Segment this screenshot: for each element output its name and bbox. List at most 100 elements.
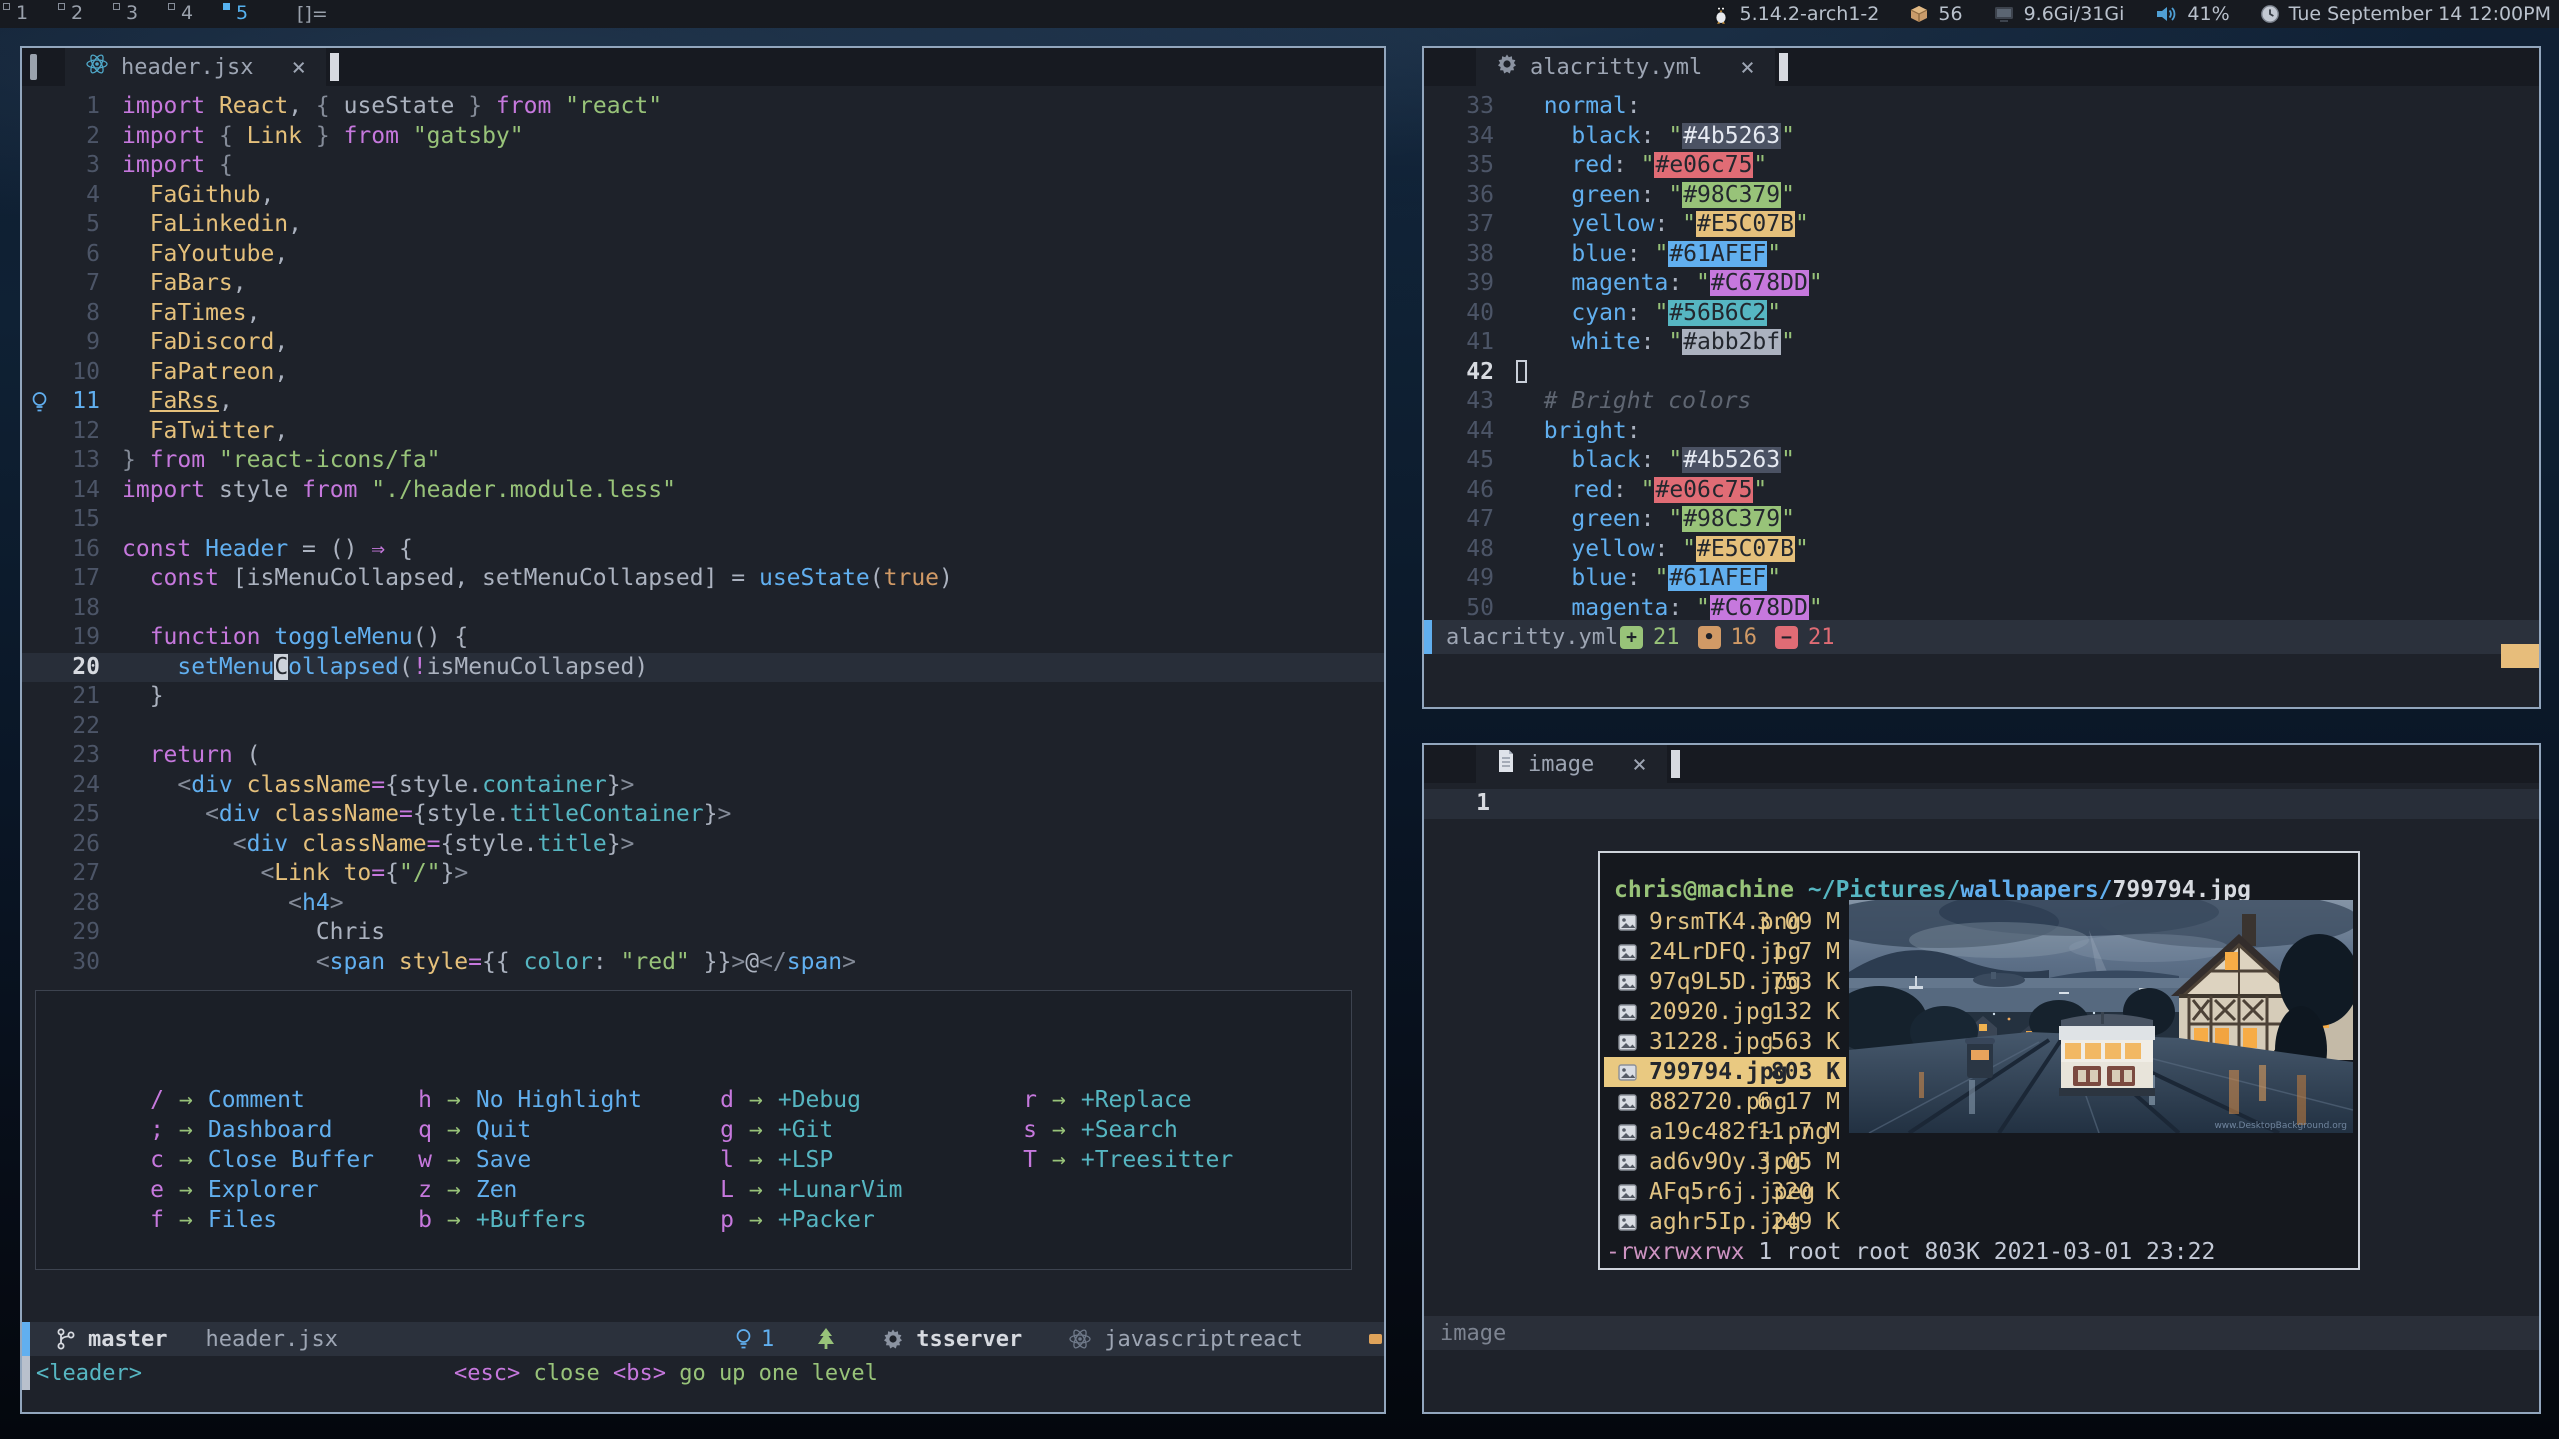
arrow-icon: → [749, 1177, 763, 1203]
ranger-file-row[interactable]: 799794.jpg803 K [1604, 1057, 1846, 1087]
whichkey-item-no-highlight[interactable]: h→No Highlight [404, 1085, 642, 1115]
code-line: 40cyan: "#56B6C2" [1424, 299, 2539, 329]
top-status-bar: 12345 []= 5.14.2-arch1-2569.6Gi/31Gi41%T… [0, 0, 2559, 28]
statusline-alacritty: alacritty.yml + 21 • 16 − 21 [1424, 620, 2539, 654]
line-number: 34 [1446, 122, 1494, 152]
whichkey-item--git[interactable]: g→+Git [706, 1115, 902, 1145]
workspace-button-1[interactable]: 1 [0, 0, 55, 28]
line-number: 15 [56, 505, 100, 535]
status-item: 41% [2154, 3, 2229, 25]
statusline-filename: header.jsx [205, 1327, 337, 1352]
code-line: 33normal: [1424, 92, 2539, 122]
workspace-indicator [3, 3, 10, 10]
whichkey-item-comment[interactable]: /→Comment [136, 1085, 374, 1115]
line-number: 22 [56, 712, 100, 742]
whichkey-item-zen[interactable]: z→Zen [404, 1175, 642, 1205]
hint-bs-key: <bs> [613, 1361, 666, 1386]
line-number: 11 [56, 387, 100, 417]
whichkey-item--treesitter[interactable]: T→+Treesitter [1009, 1145, 1233, 1175]
code-line: 23return ( [22, 741, 1384, 771]
tabline-cursor [1671, 750, 1680, 778]
code-line: 2import { Link } from "gatsby" [22, 122, 1384, 152]
penguin-icon [1711, 3, 1731, 25]
line-number: 4 [56, 181, 100, 211]
ranger-file-row[interactable]: 97q9L5D.jpg753 K [1604, 967, 1846, 997]
line-number: 9 [56, 328, 100, 358]
tab-alacritty-yml[interactable]: alacritty.yml × [1476, 48, 1775, 86]
code-buffer-header-jsx[interactable]: 1import React, { useState } from "react"… [22, 92, 1384, 977]
workspace-indicator [58, 3, 65, 10]
line-number: 6 [56, 240, 100, 270]
unfocused-cursor [1516, 360, 1527, 383]
whichkey-item-close-buffer[interactable]: c→Close Buffer [136, 1145, 374, 1175]
whichkey-item--search[interactable]: s→+Search [1009, 1115, 1233, 1145]
ranger-file-row[interactable]: 9rsmTK4.png3.09 M [1604, 907, 1846, 937]
cmdline-left: <leader> <esc> close <bs> go up one leve… [22, 1356, 1384, 1390]
close-icon[interactable]: × [1632, 750, 1646, 778]
tab-header-jsx[interactable]: header.jsx × [65, 48, 326, 86]
ranger-file-row[interactable]: ad6v9Oy.jpg3.05 M [1604, 1147, 1846, 1177]
git-added-icon: + [1620, 626, 1643, 649]
hint-esc-action: close [533, 1361, 599, 1386]
whichkey-item--buffers[interactable]: b→+Buffers [404, 1205, 642, 1235]
editor-window-image[interactable]: image × 1 chris@machine ~/Pictures/ wall… [1422, 743, 2541, 1414]
lightbulb-icon [734, 1327, 753, 1351]
ranger-preview-panel: chris@machine ~/Pictures/ wallpapers/ 79… [1598, 851, 2360, 1270]
ranger-file-row[interactable]: AFq5r6j.jpeg320 K [1604, 1177, 1846, 1207]
workspace-button-4[interactable]: 4 [165, 0, 220, 28]
code-buffer-image[interactable]: 1 [1424, 789, 2539, 819]
ranger-file-row[interactable]: 20920.jpg132 K [1604, 997, 1846, 1027]
ranger-file-row[interactable]: 24LrDFQ.jpg1.7 M [1604, 937, 1846, 967]
whichkey-item--lunarvim[interactable]: L→+LunarVim [706, 1175, 902, 1205]
code-line: 48yellow: "#E5C07B" [1424, 535, 2539, 565]
whichkey-item-dashboard[interactable]: ;→Dashboard [136, 1115, 374, 1145]
whichkey-item--replace[interactable]: r→+Replace [1009, 1085, 1233, 1115]
whichkey-item-explorer[interactable]: e→Explorer [136, 1175, 374, 1205]
memory-icon [1993, 4, 2015, 24]
code-line: 37yellow: "#E5C07B" [1424, 210, 2539, 240]
close-icon[interactable]: × [1740, 53, 1754, 81]
tab-image[interactable]: image × [1476, 745, 1667, 783]
code-buffer-alacritty[interactable]: 33normal:34black: "#4b5263"35red: "#e06c… [1424, 92, 2539, 623]
arrow-icon: → [179, 1087, 193, 1113]
git-branch-label: master [88, 1327, 167, 1352]
whichkey-item-save[interactable]: w→Save [404, 1145, 642, 1175]
code-line: 29Chris [22, 918, 1384, 948]
workspace-button-2[interactable]: 2 [55, 0, 110, 28]
ranger-file-row[interactable]: aghr5Ip.jpg249 K [1604, 1207, 1846, 1237]
line-number: 8 [56, 299, 100, 329]
status-item: 56 [1909, 3, 1962, 25]
whichkey-item-files[interactable]: f→Files [136, 1205, 374, 1235]
ranger-file-row[interactable]: a19c482f~.png11.7 M [1604, 1117, 1846, 1147]
line-number: 29 [56, 918, 100, 948]
git-changed-icon: • [1698, 626, 1721, 649]
line-number: 39 [1446, 269, 1494, 299]
code-line: 27<Link to={"/"}> [22, 859, 1384, 889]
status-item: Tue September 14 12:00PM [2260, 3, 2551, 25]
ranger-file-row[interactable]: 31228.jpg563 K [1604, 1027, 1846, 1057]
arrow-icon: → [179, 1117, 193, 1143]
code-line: 50magenta: "#C678DD" [1424, 594, 2539, 624]
arrow-icon: → [447, 1177, 461, 1203]
code-line: 10FaPatreon, [22, 358, 1384, 388]
image-file-icon [1618, 1064, 1637, 1081]
line-number: 24 [56, 771, 100, 801]
tab-label: header.jsx [121, 55, 253, 80]
whichkey-item--packer[interactable]: p→+Packer [706, 1205, 902, 1235]
line-number: 47 [1446, 505, 1494, 535]
workspace-button-3[interactable]: 3 [110, 0, 165, 28]
line-number: 25 [56, 800, 100, 830]
ranger-file-row[interactable]: 882720.png6.17 M [1604, 1087, 1846, 1117]
whichkey-item-quit[interactable]: q→Quit [404, 1115, 642, 1145]
editor-window-header-jsx[interactable]: header.jsx × 1import React, { useState }… [20, 46, 1386, 1414]
close-icon[interactable]: × [291, 53, 305, 81]
statusline-image: image [1424, 1316, 2539, 1350]
filetype-label: javascriptreact [1104, 1327, 1303, 1352]
code-line: 25<div className={style.titleContainer}> [22, 800, 1384, 830]
whichkey-item--lsp[interactable]: l→+LSP [706, 1145, 902, 1175]
workspace-button-5[interactable]: 5 [220, 0, 275, 28]
editor-window-alacritty[interactable]: alacritty.yml × 33normal:34black: "#4b52… [1422, 46, 2541, 709]
code-line: 6FaYoutube, [22, 240, 1384, 270]
git-branch-icon [56, 1327, 76, 1351]
whichkey-item--debug[interactable]: d→+Debug [706, 1085, 902, 1115]
